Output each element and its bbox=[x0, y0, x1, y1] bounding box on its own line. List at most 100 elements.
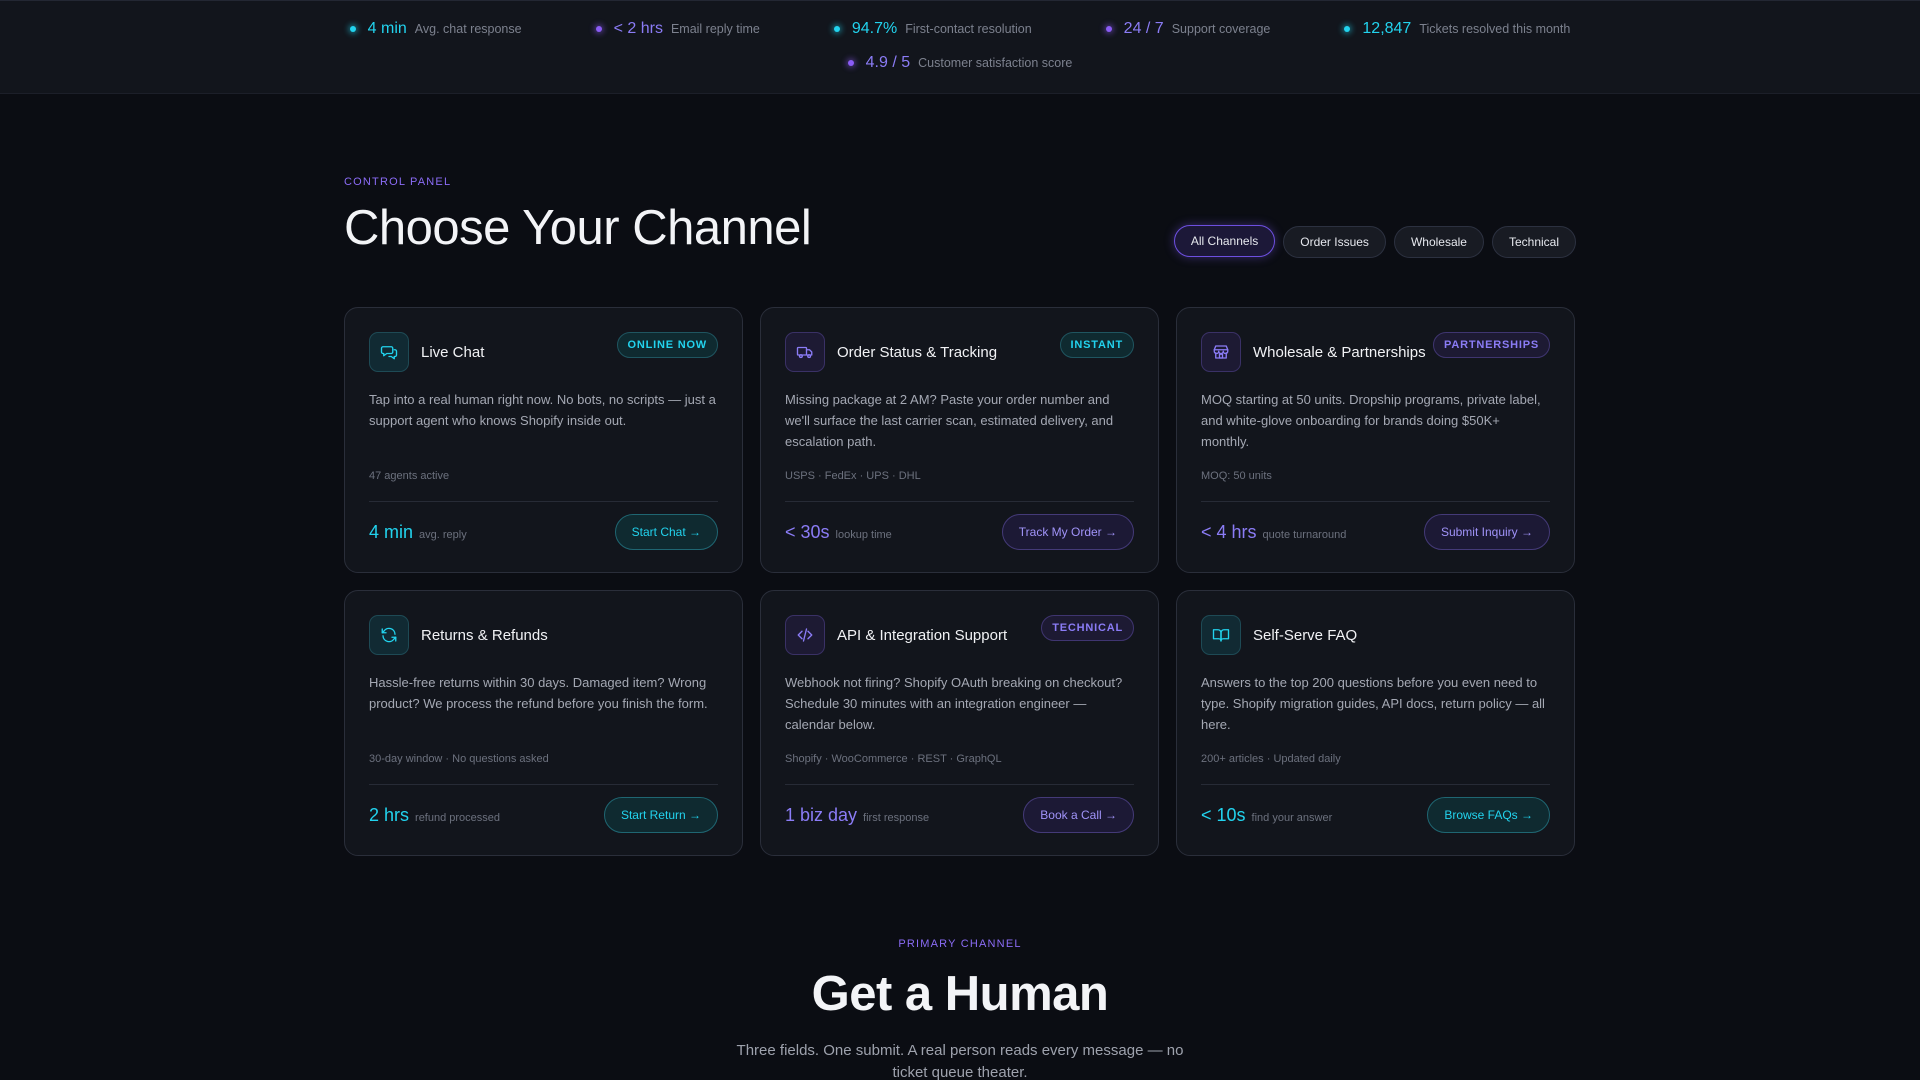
stat-first-contact: 94.7% First-contact resolution bbox=[833, 20, 1032, 38]
stat-value: 94.7% bbox=[851, 20, 898, 37]
card-description: Answers to the top 200 questions before … bbox=[1201, 675, 1545, 732]
card-title: Self-Serve FAQ bbox=[1253, 626, 1358, 644]
book-icon bbox=[1201, 615, 1241, 655]
section-title: Choose Your Channel bbox=[344, 201, 812, 255]
track-order-button[interactable]: Track My Order → bbox=[1001, 514, 1134, 550]
status-badge: ONLINE NOW bbox=[616, 332, 718, 358]
card-divider bbox=[785, 784, 1134, 785]
card-meta: MOQ: 50 units bbox=[1201, 470, 1272, 482]
card-metric: 2 hrs refund processed bbox=[369, 805, 500, 826]
start-return-button[interactable]: Start Return → bbox=[603, 797, 718, 833]
card-divider bbox=[1201, 501, 1550, 502]
stat-value: 4 min bbox=[367, 20, 407, 37]
card-meta: Shopify · WooCommerce · REST · GraphQL bbox=[785, 753, 1002, 765]
store-icon bbox=[1201, 332, 1241, 372]
filter-technical[interactable]: Technical bbox=[1491, 226, 1576, 258]
card-description: Missing package at 2 AM? Paste your orde… bbox=[785, 392, 1114, 449]
stat-label: Email reply time bbox=[670, 22, 760, 36]
card-divider bbox=[1201, 784, 1550, 785]
metric-label: refund processed bbox=[415, 811, 501, 824]
channel-card-grid: Live Chat ONLINE NOW Tap into a real hum… bbox=[344, 307, 1576, 856]
card-meta: USPS · FedEx · UPS · DHL bbox=[785, 470, 921, 482]
channel-card-live-chat: Live Chat ONLINE NOW Tap into a real hum… bbox=[344, 307, 743, 573]
submit-inquiry-button[interactable]: Submit Inquiry → bbox=[1423, 514, 1550, 550]
card-description: MOQ starting at 50 units. Dropship progr… bbox=[1201, 392, 1541, 449]
card-meta: 30-day window · No questions asked bbox=[369, 753, 549, 765]
card-title: Live Chat bbox=[421, 343, 485, 361]
stat-coverage: 24 / 7 Support coverage bbox=[1105, 20, 1271, 38]
stat-label: Avg. chat response bbox=[414, 22, 522, 36]
stats-bar: 4 min Avg. chat response < 2 hrs Email r… bbox=[0, 0, 1920, 94]
section-eyebrow: CONTROL PANEL bbox=[344, 176, 452, 188]
status-badge: INSTANT bbox=[1059, 332, 1134, 358]
status-badge: TECHNICAL bbox=[1041, 615, 1134, 641]
card-metric: < 30s lookup time bbox=[785, 522, 892, 543]
browse-faqs-button[interactable]: Browse FAQs → bbox=[1427, 797, 1550, 833]
code-icon bbox=[785, 615, 825, 655]
card-title: Wholesale & Partnerships bbox=[1253, 343, 1426, 361]
channel-card-wholesale: Wholesale & Partnerships PARTNERSHIPS MO… bbox=[1176, 307, 1575, 573]
filter-all-channels[interactable]: All Channels bbox=[1173, 224, 1276, 257]
card-description: Webhook not firing? Shopify OAuth breaki… bbox=[785, 675, 1123, 732]
stat-label: Tickets resolved this month bbox=[1419, 22, 1571, 36]
card-meta: 200+ articles · Updated daily bbox=[1201, 753, 1341, 765]
primary-title: Get a Human bbox=[811, 967, 1109, 1021]
stat-label: Support coverage bbox=[1171, 22, 1271, 36]
card-description: Hassle-free returns within 30 days. Dama… bbox=[369, 675, 708, 711]
card-divider bbox=[369, 784, 718, 785]
metric-label: avg. reply bbox=[419, 528, 467, 541]
truck-icon bbox=[785, 332, 825, 372]
refresh-icon bbox=[369, 615, 409, 655]
metric-value: < 30s bbox=[785, 521, 830, 542]
stat-value: 24 / 7 bbox=[1123, 20, 1164, 37]
metric-value: 4 min bbox=[369, 521, 414, 542]
stats-row-primary: 4 min Avg. chat response < 2 hrs Email r… bbox=[0, 20, 1920, 38]
stat-satisfaction: 4.9 / 5 Customer satisfaction score bbox=[847, 54, 1073, 72]
stat-label: Customer satisfaction score bbox=[918, 56, 1073, 70]
primary-eyebrow: PRIMARY CHANNEL bbox=[898, 938, 1022, 950]
stat-value: 4.9 / 5 bbox=[865, 54, 911, 71]
card-meta: 47 agents active bbox=[369, 470, 450, 482]
chat-icon bbox=[369, 332, 409, 372]
start-chat-button[interactable]: Start Chat → bbox=[614, 514, 718, 550]
status-dot-icon bbox=[847, 60, 854, 66]
metric-value: 1 biz day bbox=[785, 804, 858, 825]
metric-label: quote turnaround bbox=[1262, 528, 1347, 541]
card-metric: 4 min avg. reply bbox=[369, 522, 467, 543]
stat-value: < 2 hrs bbox=[613, 20, 663, 37]
stat-label: First-contact resolution bbox=[905, 22, 1032, 36]
card-metric: < 4 hrs quote turnaround bbox=[1201, 522, 1346, 543]
card-title: Order Status & Tracking bbox=[837, 343, 998, 361]
status-dot-icon bbox=[1344, 26, 1351, 32]
status-dot-icon bbox=[595, 26, 602, 32]
stat-tickets-resolved: 12,847 Tickets resolved this month bbox=[1344, 20, 1570, 38]
metric-value: < 10s bbox=[1201, 804, 1246, 825]
status-dot-icon bbox=[833, 26, 840, 32]
filter-order-issues[interactable]: Order Issues bbox=[1283, 226, 1386, 258]
card-divider bbox=[785, 501, 1134, 502]
metric-value: < 4 hrs bbox=[1201, 521, 1257, 542]
card-metric: 1 biz day first response bbox=[785, 805, 929, 826]
card-title: Returns & Refunds bbox=[421, 626, 548, 644]
metric-label: first response bbox=[863, 811, 930, 824]
stat-chat-response: 4 min Avg. chat response bbox=[349, 20, 522, 38]
channel-filter-group: All Channels Order Issues Wholesale Tech… bbox=[1173, 224, 1576, 258]
status-dot-icon bbox=[349, 26, 356, 32]
channel-card-returns: Returns & Refunds Hassle-free returns wi… bbox=[344, 590, 743, 856]
channel-card-order-status: Order Status & Tracking INSTANT Missing … bbox=[760, 307, 1159, 573]
card-description: Tap into a real human right now. No bots… bbox=[369, 392, 716, 428]
book-call-button[interactable]: Book a Call → bbox=[1023, 797, 1134, 833]
channel-card-faq: Self-Serve FAQ Answers to the top 200 qu… bbox=[1176, 590, 1575, 856]
status-dot-icon bbox=[1105, 26, 1112, 32]
metric-value: 2 hrs bbox=[369, 804, 410, 825]
metric-label: lookup time bbox=[835, 528, 892, 541]
channel-card-api: API & Integration Support TECHNICAL Webh… bbox=[760, 590, 1159, 856]
metric-label: find your answer bbox=[1251, 811, 1333, 824]
card-metric: < 10s find your answer bbox=[1201, 805, 1332, 826]
stats-row-secondary: 4.9 / 5 Customer satisfaction score bbox=[0, 54, 1920, 72]
card-divider bbox=[369, 501, 718, 502]
primary-subtitle: Three fields. One submit. A real person … bbox=[736, 1042, 1184, 1080]
card-title: API & Integration Support bbox=[837, 626, 1008, 644]
stat-email-reply: < 2 hrs Email reply time bbox=[595, 20, 760, 38]
filter-wholesale[interactable]: Wholesale bbox=[1393, 226, 1484, 258]
